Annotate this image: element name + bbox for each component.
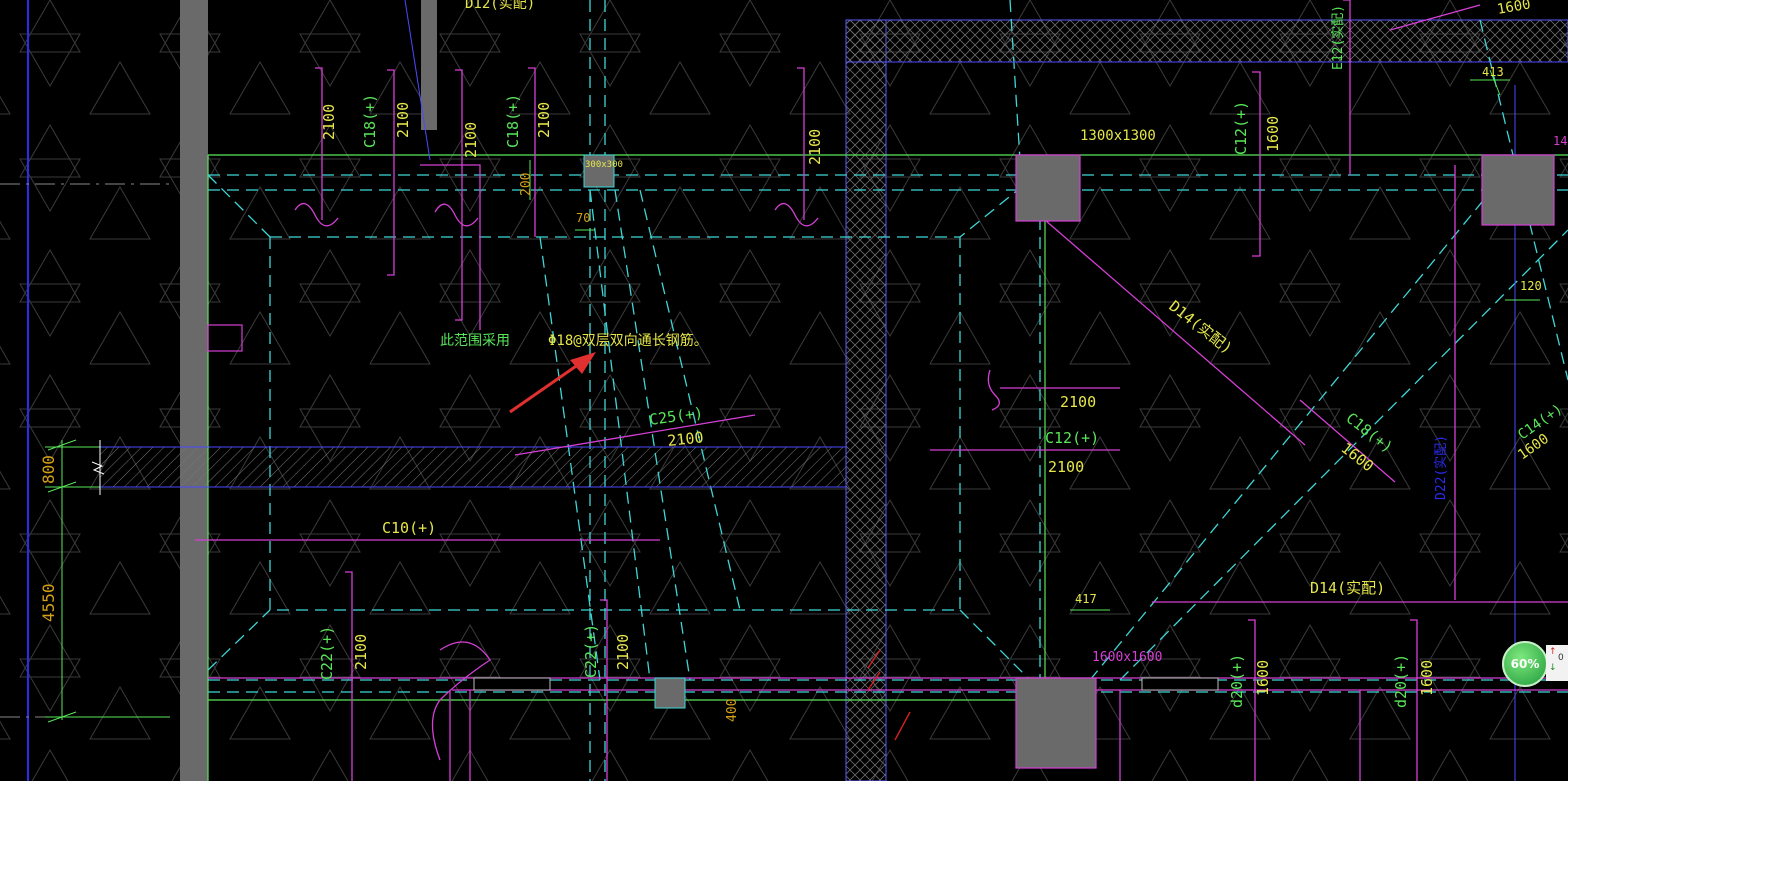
label-120: 120 [1520, 279, 1542, 293]
label-2100-c22b: 2100 [614, 634, 632, 670]
label-d14-bottom: D14(实配) [1310, 579, 1385, 597]
label-2100-a: 2100 [320, 104, 338, 140]
label-box-300: 300x300 [585, 160, 623, 170]
zoom-percent: 60% [1510, 657, 1540, 671]
label-2100-e: 2100 [806, 129, 824, 165]
dim-4550: 4550 [39, 583, 58, 622]
label-c22-b: C22(+) [582, 624, 600, 678]
arrow-down-icon[interactable]: ↓ [1549, 663, 1557, 673]
label-70: 70 [576, 211, 590, 225]
label-1300x1300: 1300x1300 [1080, 128, 1156, 144]
top-crosshatch-wall [845, 19, 1568, 63]
label-2100-mid: 2100 [1060, 393, 1096, 411]
bottom-blank-area [0, 781, 1568, 883]
label-413: 413 [1482, 65, 1504, 79]
label-1600-d20b: 1600 [1418, 660, 1436, 696]
label-400: 400 [725, 699, 740, 722]
label-417: 417 [1075, 592, 1097, 606]
arrow-up-icon[interactable]: ↑ [1549, 647, 1557, 657]
note-main: Φ18@双层双向通长钢筋。 [548, 332, 708, 349]
label-d22: D22(实配) [1434, 435, 1449, 500]
zoom-side-value: 0 [1558, 653, 1564, 663]
star-hatch-background [0, 0, 1568, 781]
column-small-bottom[interactable] [654, 677, 686, 709]
label-1600-a: 1600 [1264, 116, 1282, 152]
label-c22-a: C22(+) [318, 626, 336, 680]
left-wall [180, 0, 208, 781]
label-e12-top: E12(实配) [1331, 5, 1346, 70]
note-left: 此范围采用 [440, 332, 510, 349]
label-2100-b: 2100 [394, 102, 412, 138]
label-c18-b: C18(+) [504, 94, 522, 148]
label-c12-top: C12(+) [1232, 101, 1250, 155]
label-c12-mid: C12(+) [1045, 429, 1099, 447]
top-column-stub [421, 0, 437, 130]
beam-hatched [99, 446, 847, 488]
label-d12-top: D12(实配) [465, 0, 535, 12]
column-right-top[interactable] [1481, 154, 1555, 226]
zoom-indicator[interactable]: 60% [1502, 641, 1548, 687]
column-1600[interactable] [1015, 677, 1097, 769]
label-200: 200 [519, 173, 534, 196]
label-2100-d: 2100 [535, 102, 553, 138]
label-c10: C10(+) [382, 519, 436, 537]
wall-opening-left [473, 677, 551, 691]
wall-opening-right [1141, 677, 1219, 691]
label-2100-c25: 2100 [667, 428, 705, 450]
right-blank-area [1568, 0, 1772, 883]
zoom-side-panel[interactable]: ↑ 0 ↓ [1546, 645, 1568, 681]
label-2100-c22a: 2100 [352, 634, 370, 670]
label-c18-a: C18(+) [361, 94, 379, 148]
label-14-edge: 14 [1553, 134, 1567, 148]
label-d20-a: d20(+) [1228, 654, 1246, 708]
label-2100-mid2: 2100 [1048, 458, 1084, 476]
cad-drawing-canvas[interactable]: D12(实配) C18(+) 2100 2100 2100 C18(+) 210… [0, 0, 1568, 781]
label-1600-d20a: 1600 [1254, 660, 1272, 696]
label-2100-c: 2100 [462, 122, 480, 158]
vertical-crosshatch-wall [845, 19, 887, 781]
dim-800: 800 [39, 455, 58, 484]
label-1600x1600: 1600x1600 [1092, 650, 1162, 665]
label-d20-b: d20(+) [1392, 654, 1410, 708]
column-1300[interactable] [1015, 154, 1081, 222]
